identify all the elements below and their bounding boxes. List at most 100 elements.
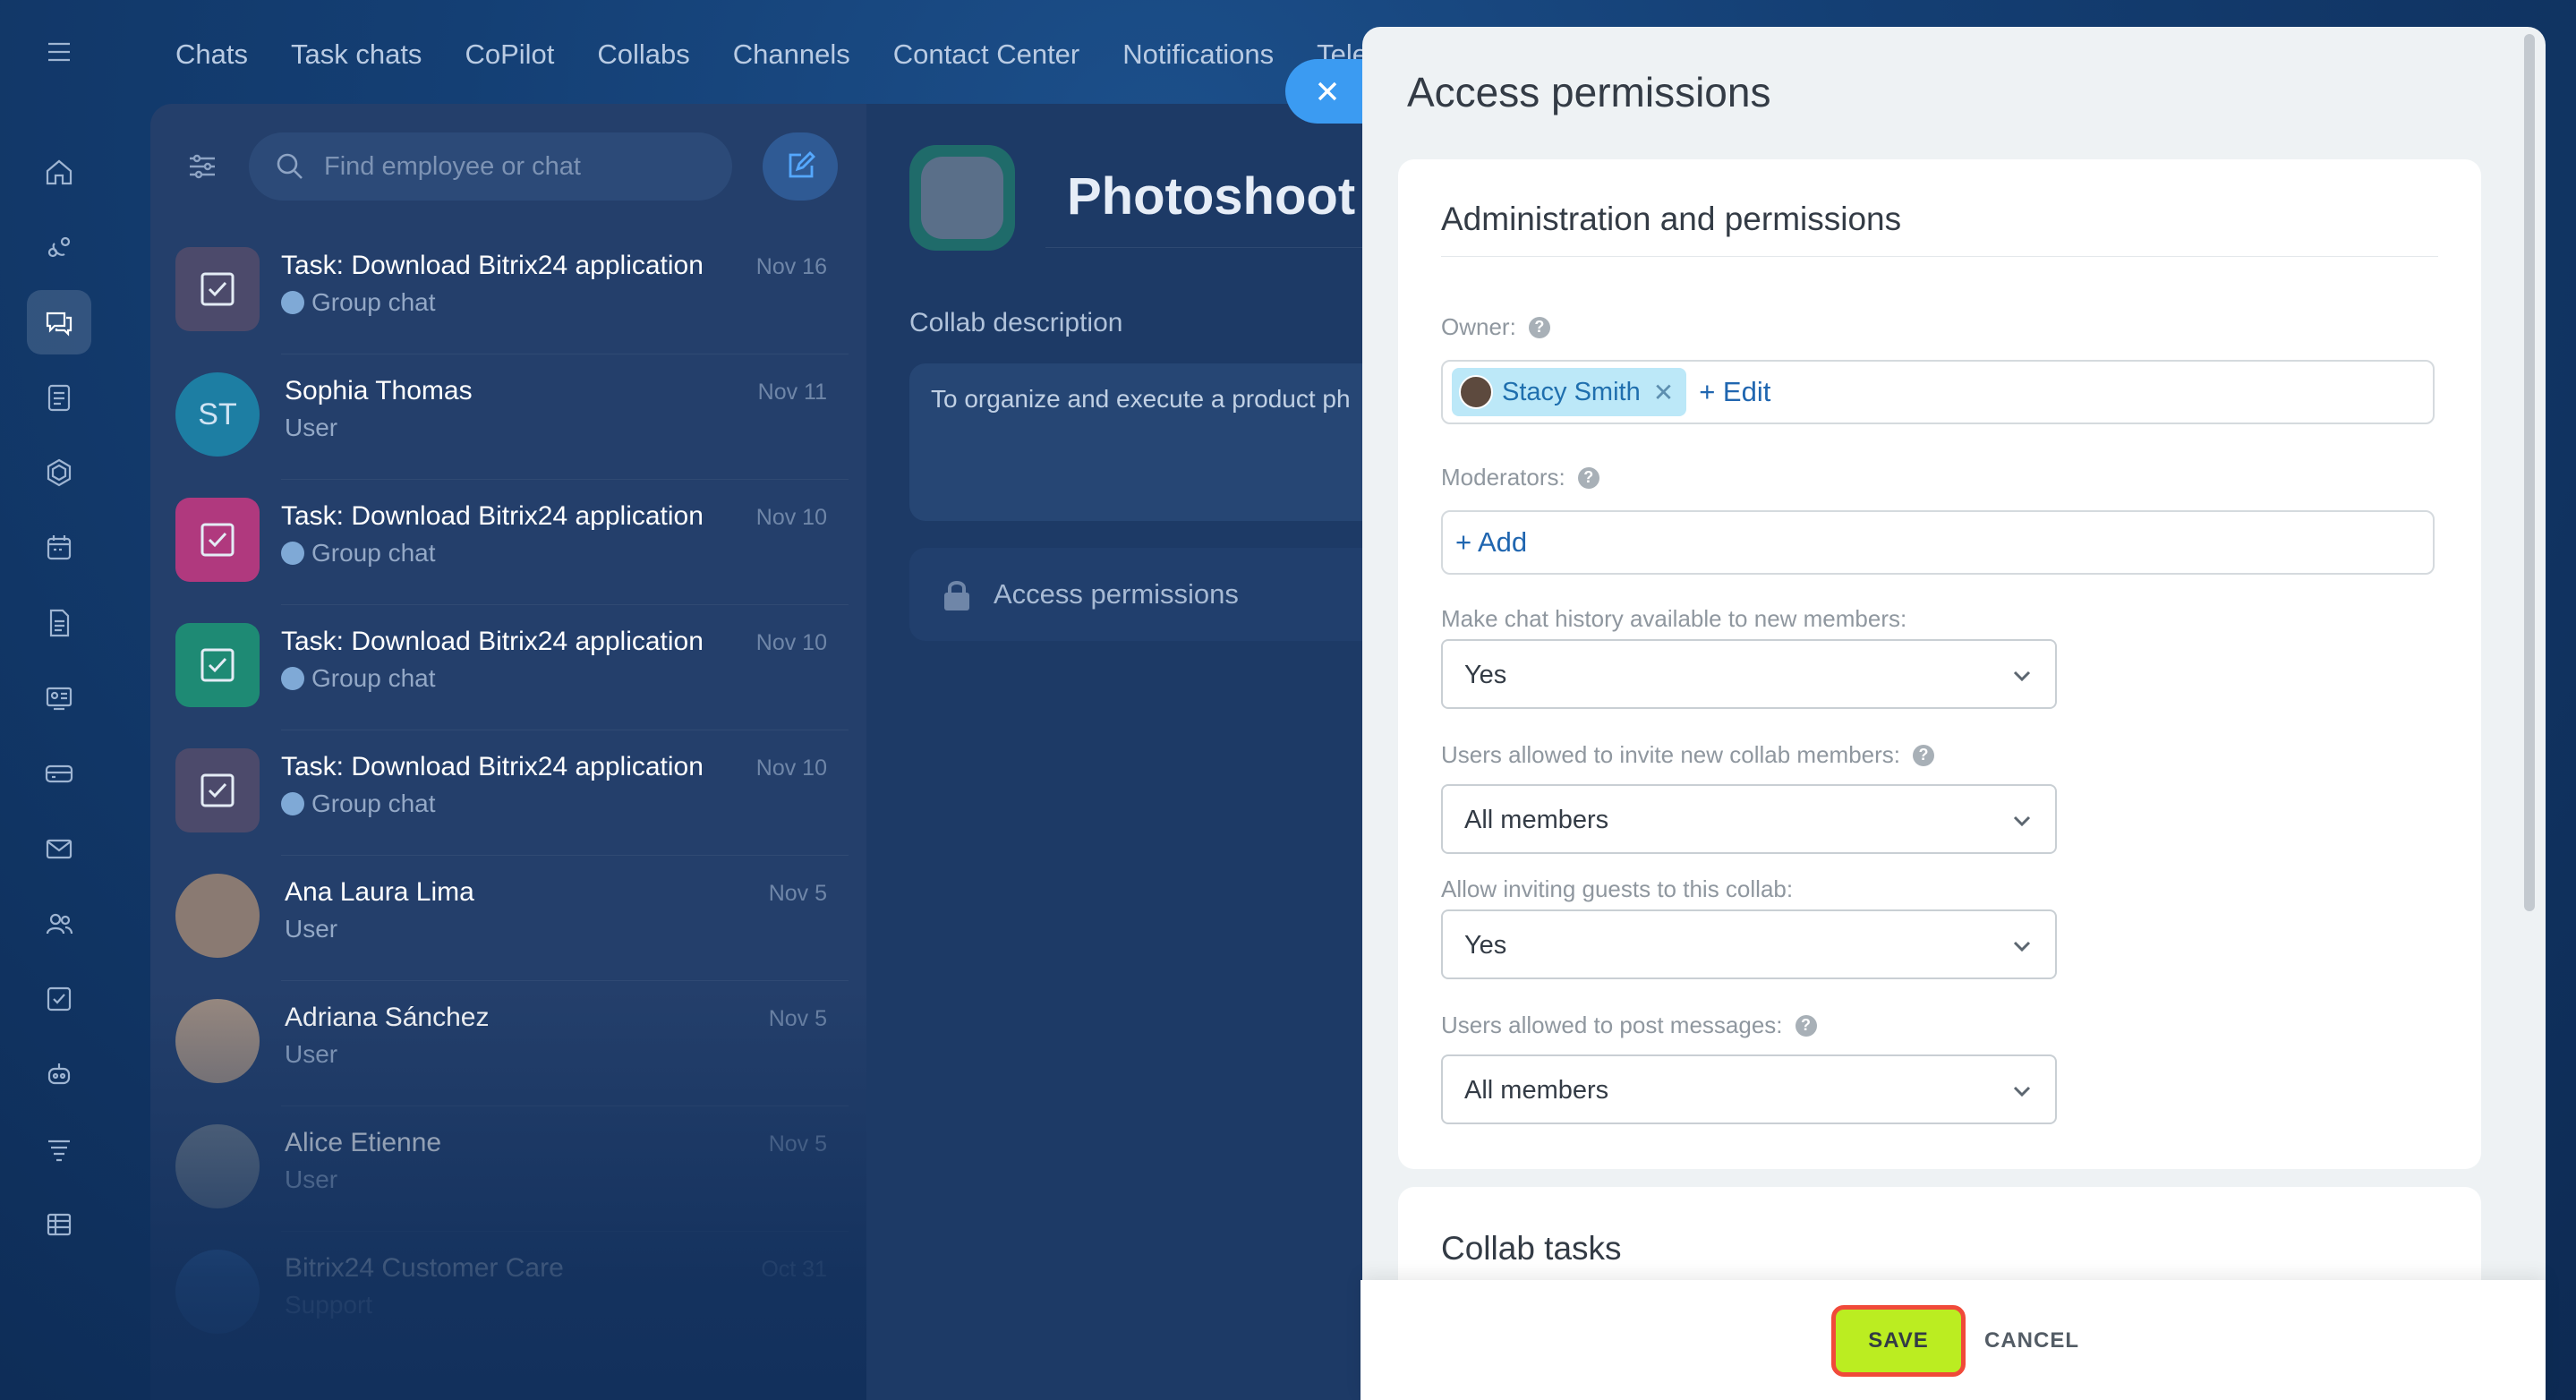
chat-list-item[interactable]: Bitrix24 Customer Care Support Oct 31 xyxy=(150,1232,866,1357)
nav-task-chats[interactable]: Task chats xyxy=(291,32,422,77)
check-icon[interactable] xyxy=(27,967,91,1031)
moderators-add-link[interactable]: + Add xyxy=(1455,526,1527,559)
cancel-button[interactable]: CANCEL xyxy=(1978,1305,2086,1377)
invite-select[interactable]: All members xyxy=(1441,784,2057,854)
chat-subtitle: User xyxy=(285,1040,338,1068)
home-icon[interactable] xyxy=(27,140,91,204)
chat-date: Nov 16 xyxy=(755,254,827,279)
owner-tag: Stacy Smith ✕ xyxy=(1452,368,1687,416)
crm-icon[interactable] xyxy=(27,741,91,806)
task-icon xyxy=(200,648,235,682)
task-chat-avatar xyxy=(175,247,260,331)
section-title: Administration and permissions xyxy=(1441,201,1902,237)
chat-subtitle: Group chat xyxy=(281,664,436,693)
filter-icon[interactable] xyxy=(27,1117,91,1182)
menu-icon[interactable] xyxy=(27,20,91,84)
chat-list-item[interactable]: ST Sophia Thomas User Nov 11 xyxy=(150,354,866,480)
remove-owner-icon[interactable]: ✕ xyxy=(1653,378,1674,407)
administration-card: Administration and permissions Owner:? S… xyxy=(1398,159,2481,1169)
chat-subtitle: Group chat xyxy=(281,790,436,818)
guests-select[interactable]: Yes xyxy=(1441,909,2057,979)
mail-icon[interactable] xyxy=(27,816,91,881)
collab-title[interactable]: Photoshoot C xyxy=(1067,166,1407,226)
hexagon-icon[interactable] xyxy=(27,440,91,505)
nav-copilot[interactable]: CoPilot xyxy=(465,32,554,77)
chat-title: Bitrix24 Customer Care xyxy=(285,1253,564,1283)
filter-settings-button[interactable] xyxy=(179,143,226,190)
slider-title: Access permissions xyxy=(1407,69,1771,115)
search-box xyxy=(249,132,732,201)
chat-list-panel: Task: Download Bitrix24 application Grou… xyxy=(150,104,866,1400)
search-input[interactable] xyxy=(322,150,720,183)
sliders-icon xyxy=(190,154,215,179)
nav-chats[interactable]: Chats xyxy=(175,32,248,77)
chat-date: Nov 11 xyxy=(757,380,827,405)
chat-date: Nov 5 xyxy=(768,1006,827,1031)
robot-icon[interactable] xyxy=(27,1042,91,1106)
history-select[interactable]: Yes xyxy=(1441,639,2057,709)
employees-icon[interactable] xyxy=(27,892,91,956)
chat-list-item[interactable]: Alice Etienne User Nov 5 xyxy=(150,1106,866,1232)
nav-collabs[interactable]: Collabs xyxy=(597,32,689,77)
help-icon[interactable]: ? xyxy=(1913,744,1934,766)
chevron-down-icon xyxy=(2013,670,2031,682)
group-chat-icon xyxy=(281,291,304,314)
help-icon[interactable]: ? xyxy=(1795,1014,1817,1037)
user-avatar xyxy=(175,999,260,1083)
access-permissions-slider: Access permissions Administration and pe… xyxy=(1362,27,2546,1400)
chat-date: Nov 5 xyxy=(768,1131,827,1157)
chat-list-item[interactable]: Task: Download Bitrix24 application Grou… xyxy=(150,480,866,605)
task-chat-avatar xyxy=(175,498,260,582)
top-nav: Chats Task chats CoPilot Collabs Channel… xyxy=(175,32,1368,77)
chat-list-item[interactable]: Adriana Sánchez User Nov 5 xyxy=(150,981,866,1106)
save-button[interactable]: SAVE xyxy=(1831,1305,1966,1377)
post-select[interactable]: All members xyxy=(1441,1054,2057,1124)
calendar-icon[interactable] xyxy=(27,516,91,580)
owner-name: Stacy Smith xyxy=(1502,377,1641,406)
collab-avatar[interactable] xyxy=(909,145,1015,251)
chat-subtitle: User xyxy=(285,1165,338,1193)
close-slider-button[interactable] xyxy=(1285,59,1375,124)
invite-value: All members xyxy=(1464,806,1609,834)
chat-list-item[interactable]: Ana Laura Lima User Nov 5 xyxy=(150,856,866,981)
moderators-field[interactable]: + Add xyxy=(1441,510,2435,575)
chat-list-item[interactable]: Task: Download Bitrix24 application Grou… xyxy=(150,605,866,730)
scrollbar[interactable] xyxy=(2524,34,2535,911)
chat-title: Alice Etienne xyxy=(285,1128,442,1157)
group-chat-icon xyxy=(281,542,304,565)
nav-notifications[interactable]: Notifications xyxy=(1122,32,1274,77)
chat-date: Nov 10 xyxy=(755,505,827,530)
chat-list-item[interactable]: Task: Download Bitrix24 application Grou… xyxy=(150,229,866,354)
task-icon xyxy=(200,272,235,306)
documents-icon[interactable] xyxy=(27,591,91,655)
chat-subtitle: Support xyxy=(285,1291,373,1319)
table-icon[interactable] xyxy=(27,1192,91,1257)
chat-date: Nov 5 xyxy=(768,881,827,906)
chat-list-item[interactable]: Task: Download Bitrix24 application Grou… xyxy=(150,730,866,856)
help-icon[interactable]: ? xyxy=(1528,316,1550,338)
messenger-icon[interactable] xyxy=(27,290,91,354)
collab-tasks-title: Collab tasks xyxy=(1441,1230,1622,1267)
close-icon xyxy=(1318,81,1337,101)
chat-title: Sophia Thomas xyxy=(285,376,473,405)
nav-contact-center[interactable]: Contact Center xyxy=(893,32,1080,77)
owner-edit-link[interactable]: + Edit xyxy=(1699,376,1770,408)
guests-value: Yes xyxy=(1464,931,1507,960)
post-value: All members xyxy=(1464,1076,1609,1105)
nav-channels[interactable]: Channels xyxy=(733,32,850,77)
history-label: Make chat history available to new membe… xyxy=(1441,605,1907,632)
new-chat-button[interactable] xyxy=(763,132,838,201)
task-chat-avatar xyxy=(175,748,260,832)
compose-icon xyxy=(789,151,815,178)
collab-description-label: Collab description xyxy=(909,308,1123,337)
user-avatar xyxy=(175,1124,260,1208)
task-chat-avatar xyxy=(175,623,260,707)
help-icon[interactable]: ? xyxy=(1577,466,1599,489)
post-label: Users allowed to post messages:? xyxy=(1441,1012,1817,1039)
owner-field[interactable]: Stacy Smith ✕ + Edit xyxy=(1441,360,2435,424)
webinar-icon[interactable] xyxy=(27,666,91,730)
owner-label: Owner:? xyxy=(1441,313,1550,341)
tasks-icon[interactable] xyxy=(27,365,91,430)
feed-icon[interactable] xyxy=(27,215,91,279)
left-rail xyxy=(0,0,118,1400)
